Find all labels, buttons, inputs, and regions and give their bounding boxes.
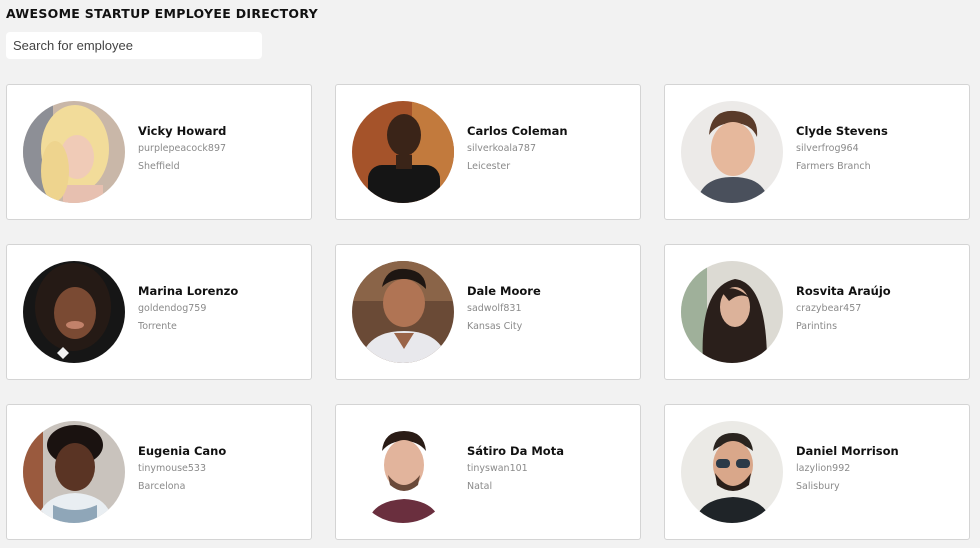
employee-username: crazybear457 [796,303,862,314]
employee-username: purplepeacock897 [138,143,227,154]
avatar-photo [23,101,125,203]
employee-card[interactable]: Vicky Howard purplepeacock897 Sheffield [6,84,312,220]
employee-info: Marina Lorenzo goldendog759 Torrente [138,282,238,336]
avatar-photo [681,261,783,363]
employee-city: Natal [467,481,493,492]
search-box[interactable] [6,32,262,59]
avatar [681,261,783,363]
avatar [23,421,125,523]
employee-card[interactable]: Marina Lorenzo goldendog759 Torrente [6,244,312,380]
employee-name: Clyde Stevens [796,124,888,138]
employee-name: Daniel Morrison [796,444,899,458]
employee-info: Eugenia Cano tinymouse533 Barcelona [138,442,226,496]
employee-card[interactable]: Clyde Stevens silverfrog964 Farmers Bran… [664,84,970,220]
avatar-photo [681,101,783,203]
employee-info: Rosvita Araújo crazybear457 Parintins [796,282,891,336]
employee-username: goldendog759 [138,303,207,314]
employee-username: silverfrog964 [796,143,859,154]
employee-username: tinyswan101 [467,463,528,474]
employee-name: Eugenia Cano [138,444,227,458]
avatar-photo [352,101,454,203]
employee-info: Vicky Howard purplepeacock897 Sheffield [138,122,226,176]
employee-city: Torrente [138,321,177,332]
employee-card[interactable]: Sátiro Da Mota tinyswan101 Natal [335,404,641,540]
employee-name: Rosvita Araújo [796,284,891,298]
avatar-photo [352,421,454,523]
employee-username: lazylion992 [796,463,851,474]
employee-username: sadwolf831 [467,303,522,314]
employee-name: Marina Lorenzo [138,284,239,298]
employee-name: Vicky Howard [138,124,227,138]
employee-username: silverkoala787 [467,143,536,154]
avatar-photo [352,261,454,363]
page-title: AWESOME STARTUP EMPLOYEE DIRECTORY [6,6,318,21]
employee-info: Sátiro Da Mota tinyswan101 Natal [467,442,564,496]
employee-info: Daniel Morrison lazylion992 Salisbury [796,442,899,496]
search-input[interactable] [6,32,262,59]
avatar [23,261,125,363]
avatar [352,421,454,523]
employee-info: Dale Moore sadwolf831 Kansas City [467,282,541,336]
employee-card[interactable]: Daniel Morrison lazylion992 Salisbury [664,404,970,540]
employee-city: Leicester [467,161,511,172]
employee-city: Parintins [796,321,838,332]
employee-username: tinymouse533 [138,463,207,474]
employee-city: Farmers Branch [796,161,871,172]
avatar-photo [681,421,783,523]
employee-info: Clyde Stevens silverfrog964 Farmers Bran… [796,122,888,176]
employee-name: Sátiro Da Mota [467,444,564,458]
avatar-photo [23,261,125,363]
employee-name: Carlos Coleman [467,124,568,138]
employee-card[interactable]: Rosvita Araújo crazybear457 Parintins [664,244,970,380]
employee-card[interactable]: Carlos Coleman silverkoala787 Leicester [335,84,641,220]
employee-city: Kansas City [467,321,523,332]
employee-city: Sheffield [138,161,180,172]
avatar [352,101,454,203]
employee-info: Carlos Coleman silverkoala787 Leicester [467,122,568,176]
avatar [681,101,783,203]
avatar-photo [23,421,125,523]
employee-city: Barcelona [138,481,186,492]
avatar [23,101,125,203]
avatar [352,261,454,363]
employee-card[interactable]: Dale Moore sadwolf831 Kansas City [335,244,641,380]
employee-name: Dale Moore [467,284,541,298]
employee-city: Salisbury [796,481,840,492]
avatar [681,421,783,523]
employee-grid: Vicky Howard purplepeacock897 Sheffield … [6,84,970,540]
page-header: AWESOME STARTUP EMPLOYEE DIRECTORY [0,0,980,59]
employee-card[interactable]: Eugenia Cano tinymouse533 Barcelona [6,404,312,540]
